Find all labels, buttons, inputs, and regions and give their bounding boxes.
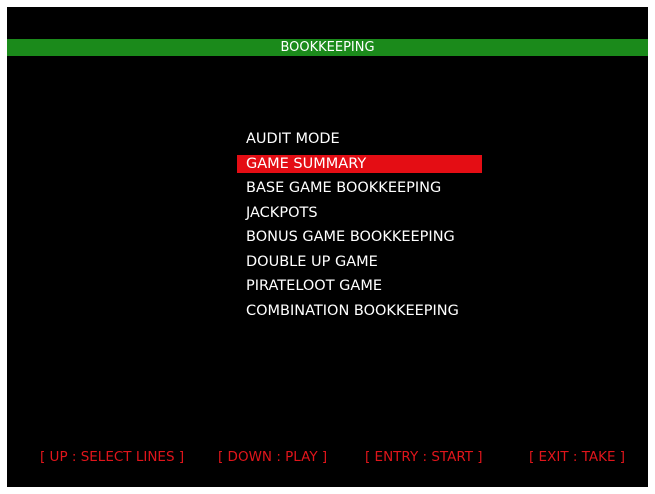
menu-item-game-summary[interactable]: GAME SUMMARY <box>237 152 482 177</box>
menu-item-label: COMBINATION BOOKKEEPING <box>246 302 459 319</box>
menu-item-label: DOUBLE UP GAME <box>246 253 378 270</box>
menu-item-jackpots[interactable]: JACKPOTS <box>237 201 497 226</box>
hint-exit-take: [ EXIT : TAKE ] <box>529 449 626 465</box>
menu-item-label: GAME SUMMARY <box>246 155 367 172</box>
menu-item-label: AUDIT MODE <box>246 131 340 147</box>
hint-entry-start: [ ENTRY : START ] <box>365 449 483 465</box>
menu-item-label: BONUS GAME BOOKKEEPING <box>246 229 455 245</box>
game-screen: BOOKKEEPING AUDIT MODE GAME SUMMARY BASE… <box>7 7 648 487</box>
hint-up-select-lines: [ UP : SELECT LINES ] <box>40 449 185 465</box>
menu-item-audit-mode[interactable]: AUDIT MODE <box>237 127 497 152</box>
menu-item-label: BASE GAME BOOKKEEPING <box>246 180 442 196</box>
menu-item-combination-bookkeeping[interactable]: COMBINATION BOOKKEEPING <box>237 299 497 324</box>
page-title-bar: BOOKKEEPING <box>7 39 648 56</box>
control-hints: [ UP : SELECT LINES ] [ DOWN : PLAY ] [ … <box>7 447 648 467</box>
page-title: BOOKKEEPING <box>280 40 375 55</box>
bookkeeping-menu: AUDIT MODE GAME SUMMARY BASE GAME BOOKKE… <box>237 127 497 323</box>
menu-item-base-game-bookkeeping[interactable]: BASE GAME BOOKKEEPING <box>237 176 497 201</box>
hint-down-play: [ DOWN : PLAY ] <box>218 449 328 465</box>
menu-item-label: PIRATELOOT GAME <box>246 278 383 294</box>
menu-item-double-up-game[interactable]: DOUBLE UP GAME <box>237 250 497 275</box>
menu-item-label: JACKPOTS <box>246 204 318 221</box>
menu-item-bonus-game-bookkeeping[interactable]: BONUS GAME BOOKKEEPING <box>237 225 497 250</box>
menu-item-pirateloot-game[interactable]: PIRATELOOT GAME <box>237 274 497 299</box>
